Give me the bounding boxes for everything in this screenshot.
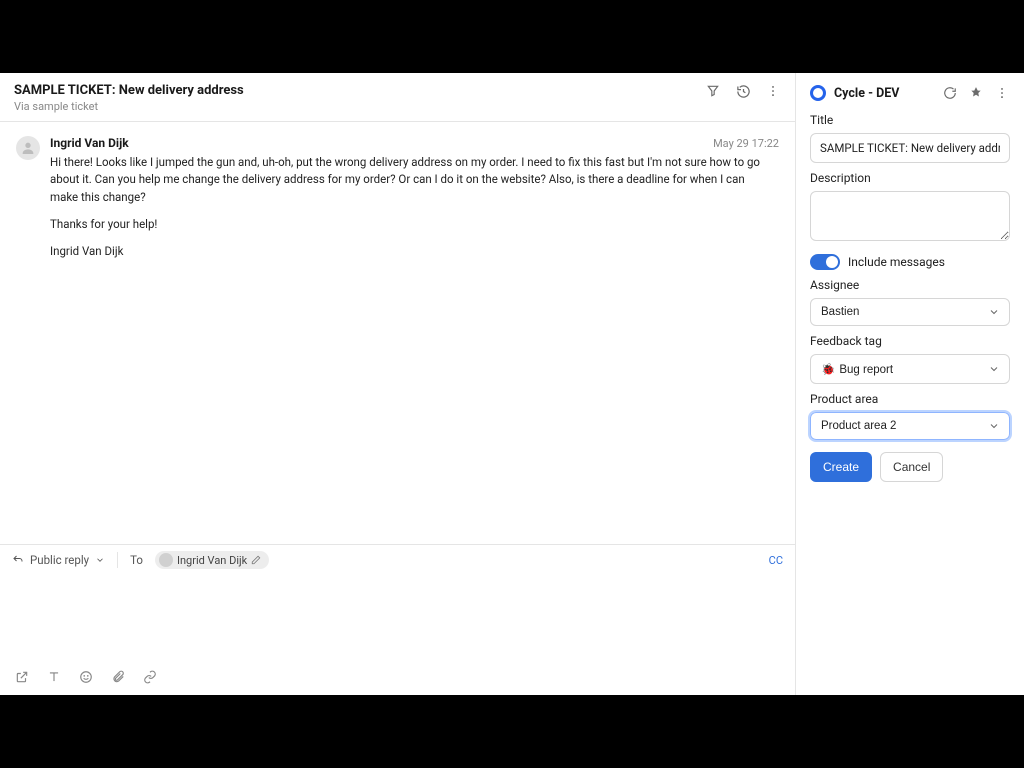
message-author: Ingrid Van Dijk <box>50 136 129 150</box>
message-text: Hi there! Looks like I jumped the gun an… <box>50 154 770 260</box>
message-paragraph: Hi there! Looks like I jumped the gun an… <box>50 154 770 206</box>
more-icon[interactable] <box>765 83 781 99</box>
cc-button[interactable]: CC <box>769 554 783 567</box>
sidebar-header: Cycle - DEV <box>810 85 1010 101</box>
button-row: Create Cancel <box>810 452 1010 482</box>
sidebar-header-right <box>942 85 1010 101</box>
avatar <box>16 136 40 160</box>
reply-top: Public reply To Ingrid Van Dijk CC <box>0 545 795 575</box>
assignee-select-wrap: Bastien <box>810 298 1010 326</box>
sidebar: Cycle - DEV Title Description <box>796 73 1024 695</box>
reply-editor[interactable] <box>0 575 795 661</box>
link-icon[interactable] <box>142 669 158 685</box>
recipient-name: Ingrid Van Dijk <box>177 554 247 567</box>
product-area-select-wrap: Product area 2 <box>810 412 1010 440</box>
include-messages-label: Include messages <box>848 255 945 269</box>
message-head: Ingrid Van Dijk May 29 17:22 <box>50 136 779 150</box>
product-area-select[interactable]: Product area 2 <box>810 412 1010 440</box>
assignee-select[interactable]: Bastien <box>810 298 1010 326</box>
sidebar-header-left: Cycle - DEV <box>810 85 899 101</box>
assignee-label: Assignee <box>810 278 1010 292</box>
cycle-logo-icon <box>810 85 826 101</box>
create-button[interactable]: Create <box>810 452 872 482</box>
product-area-label: Product area <box>810 392 1010 406</box>
conversation: Ingrid Van Dijk May 29 17:22 Hi there! L… <box>0 122 795 544</box>
ticket-column: SAMPLE TICKET: New delivery address Via … <box>0 73 796 695</box>
include-messages-row: Include messages <box>810 254 1010 270</box>
divider <box>117 552 118 568</box>
cancel-button[interactable]: Cancel <box>880 452 943 482</box>
reply-bar: Public reply To Ingrid Van Dijk CC <box>0 544 795 695</box>
refresh-icon[interactable] <box>942 85 958 101</box>
message-body: Ingrid Van Dijk May 29 17:22 Hi there! L… <box>50 136 779 270</box>
feedback-select[interactable]: 🐞 Bug report <box>810 354 1010 384</box>
avatar <box>159 553 173 567</box>
main-area: SAMPLE TICKET: New delivery address Via … <box>0 73 1024 695</box>
message-time: May 29 17:22 <box>713 137 779 150</box>
header-actions <box>705 83 781 99</box>
message-paragraph: Ingrid Van Dijk <box>50 243 770 260</box>
title-label: Title <box>810 113 1010 127</box>
reply-arrow-icon <box>12 554 24 566</box>
pin-icon[interactable] <box>968 85 984 101</box>
bug-icon: 🐞 <box>821 364 835 376</box>
reply-type-label: Public reply <box>30 553 89 567</box>
app-window: SAMPLE TICKET: New delivery address Via … <box>0 73 1024 695</box>
message-paragraph: Thanks for your help! <box>50 216 770 233</box>
ticket-title: SAMPLE TICKET: New delivery address <box>14 83 244 98</box>
ticket-header: SAMPLE TICKET: New delivery address Via … <box>0 73 795 122</box>
reply-type-selector[interactable]: Public reply <box>12 553 105 567</box>
ticket-via: Via sample ticket <box>14 100 244 113</box>
pencil-icon <box>251 555 261 565</box>
sidebar-app-title: Cycle - DEV <box>834 86 899 101</box>
include-messages-toggle[interactable] <box>810 254 840 270</box>
feedback-value: Bug report <box>839 364 893 376</box>
reply-toolbar <box>0 661 795 695</box>
product-area-value: Product area 2 <box>821 420 896 432</box>
history-icon[interactable] <box>735 83 751 99</box>
text-format-icon[interactable] <box>46 669 62 685</box>
description-label: Description <box>810 171 1010 185</box>
ticket-header-titles: SAMPLE TICKET: New delivery address Via … <box>14 83 244 113</box>
attachment-icon[interactable] <box>110 669 126 685</box>
feedback-select-wrap: 🐞 Bug report <box>810 354 1010 384</box>
to-label: To <box>130 553 143 567</box>
recipient-chip[interactable]: Ingrid Van Dijk <box>155 551 269 569</box>
feedback-label: Feedback tag <box>810 334 1010 348</box>
assignee-value: Bastien <box>821 306 859 318</box>
chevron-down-icon <box>95 555 105 565</box>
more-icon[interactable] <box>994 85 1010 101</box>
title-input[interactable] <box>810 133 1010 163</box>
popout-icon[interactable] <box>14 669 30 685</box>
description-input[interactable] <box>810 191 1010 241</box>
filter-icon[interactable] <box>705 83 721 99</box>
emoji-icon[interactable] <box>78 669 94 685</box>
message: Ingrid Van Dijk May 29 17:22 Hi there! L… <box>16 136 779 270</box>
